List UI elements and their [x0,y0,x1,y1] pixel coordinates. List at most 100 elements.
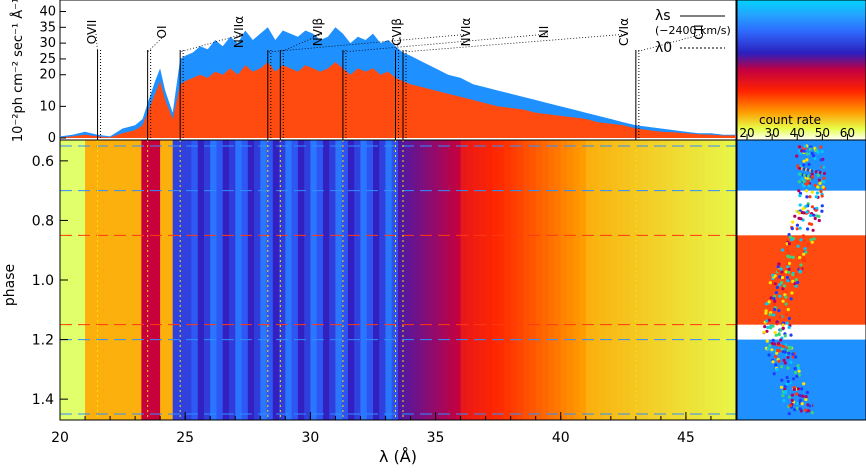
heatmap-column [222,140,230,420]
phase-point [794,278,798,282]
phase-point [802,211,806,215]
x-tick-label: 45 [677,430,695,446]
line-label: CVIβ [390,18,404,46]
heatmap-column [416,140,424,420]
phase-point [773,274,777,278]
phase-point [794,272,798,276]
heatmap-column [229,140,236,420]
phase-point [775,367,779,372]
heatmap-column [297,140,305,420]
phase-point [802,382,806,386]
heatmap-column [610,140,618,420]
phase-point [804,397,808,402]
phase-point [798,398,803,402]
phase-point [781,299,785,303]
phase-point [806,242,810,246]
phase-point [766,325,770,329]
colorbar-tick-label: 20 [739,126,754,140]
heatmap-column [529,140,537,420]
phase-point [798,226,802,230]
phase-point [807,222,812,226]
heatmap-column [648,140,656,420]
phase-band-panel [736,139,866,421]
heatmap-column [197,140,205,420]
phase-point [791,377,796,381]
heatmap-column [667,140,674,420]
heatmap-column [704,140,712,420]
phase-point [802,239,806,243]
line-label: OVII [85,20,99,45]
phase-band [737,339,866,420]
phase-point [789,345,793,350]
phase-point [799,238,803,242]
heatmap-column [285,140,293,420]
phase-point [813,157,817,161]
phase-point [800,387,804,391]
heatmap-column [573,140,581,420]
phase-point [779,338,783,342]
phase-point [777,262,781,266]
phase-point [782,399,786,403]
phase-point [820,209,824,213]
heatmap-column [673,140,681,420]
heatmap-column [272,140,280,420]
colorbar-label: count rate [759,113,821,127]
heatmap-column [548,140,556,420]
phase-point [769,326,773,330]
heatmap-column [441,140,449,420]
line-label: NI [537,26,551,39]
phase-point [768,281,772,285]
phase-point [789,360,793,364]
heatmap-column [535,140,543,420]
phase-point [786,355,790,359]
heatmap-column [504,140,512,420]
chart-figure: OVII OI NVIIα NVIβ CVIβ NVIα NI CVIα CII 0 10 20 25… [0,0,866,472]
heatmap-column [204,140,211,420]
phase-point [795,223,800,227]
line-label: NVIIα [232,16,246,48]
phase-point [787,251,791,255]
phase-point [787,395,792,399]
phase-point [802,167,806,171]
phase-point [800,402,804,406]
phase-point [801,394,805,398]
heatmap-column [135,140,142,420]
phase-point [775,320,779,324]
phase-point [772,297,776,301]
phase-tick-label: 0.8 [32,213,54,229]
heatmap-column [72,140,80,420]
phase-point [811,228,815,232]
heatmap-column [429,140,437,420]
phase-point [790,398,794,402]
heatmap-column [448,140,455,420]
heatmap-column [373,140,380,420]
phase-point [820,150,824,154]
phase-point [821,185,825,189]
heatmap-column [623,140,631,420]
phase-point [810,411,814,415]
phase-axis-label: phase [2,264,18,306]
phase-point [762,330,766,334]
spectrum-y-tick-label: 35 [39,20,56,35]
phase-point [805,195,809,199]
phase-point [773,299,777,303]
phase-point [778,283,782,287]
heatmap-column [166,140,174,420]
phase-point [810,175,815,179]
heatmap-column [366,140,374,420]
heatmap-column [491,140,499,420]
phase-point [798,203,802,207]
heatmap-column [717,140,725,420]
phase-point [763,325,767,329]
phase-point [790,238,794,242]
phase-point [793,214,797,218]
phase-point [774,355,778,359]
heatmap-column [110,140,117,420]
phase-point [777,332,781,336]
heatmap-column [435,140,443,420]
heatmap-column [304,140,311,420]
heatmap-column [460,140,468,420]
phase-point [803,247,807,251]
heatmap-column [216,140,224,420]
phase-tick-label: 1.0 [32,273,54,289]
